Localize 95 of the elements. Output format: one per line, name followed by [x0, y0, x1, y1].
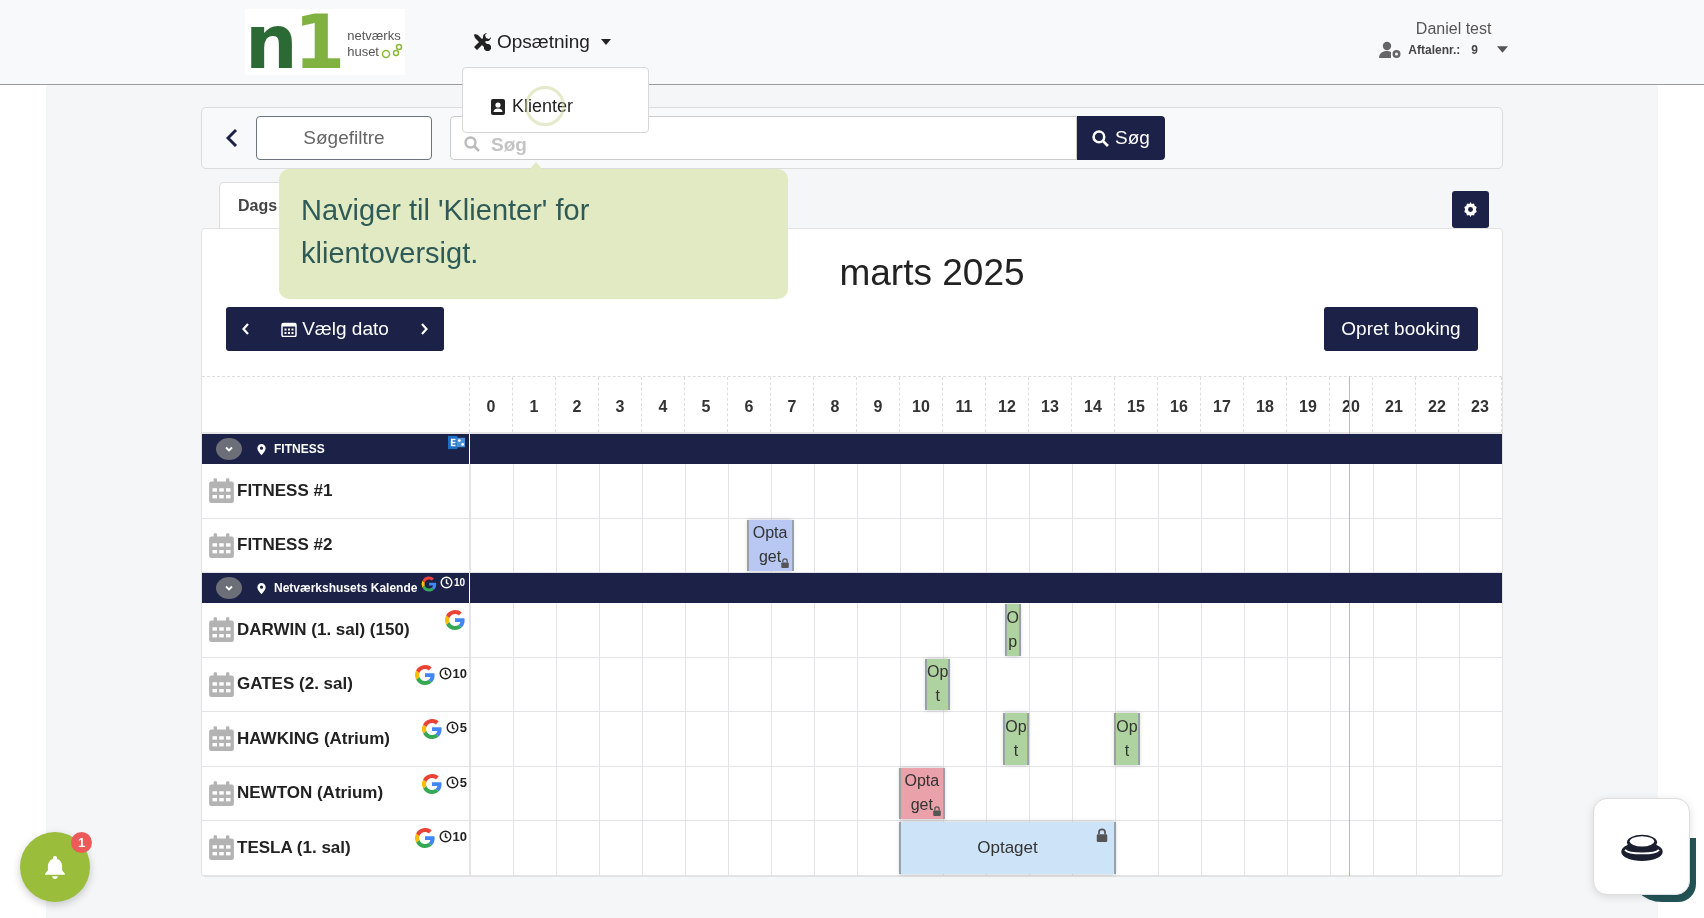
tools-icon [472, 32, 492, 52]
calendar-icon [208, 531, 235, 559]
hour-label: 11 [943, 377, 986, 432]
calendar-icon [281, 321, 298, 337]
calendar-icon [208, 616, 235, 644]
logo-text: netværks [347, 29, 402, 43]
location-pin-icon [256, 442, 267, 456]
resource-name: DARWIN (1. sal) (150) [237, 619, 410, 640]
menu-item[interactable]: Klienter [491, 96, 574, 117]
date-navigator[interactable]: Vælg dato [226, 307, 444, 351]
resource-name: TESLA (1. sal) [237, 837, 351, 858]
hour-label: 9 [857, 377, 900, 432]
hour-label: 17 [1201, 377, 1244, 432]
clock-icon [445, 775, 459, 789]
account-label: Aftalenr.: [1408, 42, 1461, 57]
hour-label: 6 [728, 377, 771, 432]
booking-block[interactable]: Opt [925, 658, 950, 710]
clock-icon [445, 721, 459, 734]
hour-label: 4 [642, 377, 685, 432]
collapse-toggle[interactable] [216, 438, 242, 460]
filters-button[interactable]: Søgefiltre [256, 116, 432, 160]
resource-name: HAWKING (Atrium) [237, 728, 390, 749]
settings-button[interactable] [1452, 191, 1489, 228]
calendar-icon [208, 834, 235, 862]
chevron-down-icon [224, 583, 234, 593]
group-name: FITNESS [274, 442, 325, 456]
settings-icon [1463, 202, 1478, 217]
booking-block[interactable]: Opt [1004, 713, 1028, 765]
bell-icon [44, 855, 66, 879]
resource-name: FITNESS #1 [237, 480, 333, 501]
chevron-left-icon[interactable] [242, 323, 250, 335]
google-icon [419, 575, 438, 593]
hour-label: 8 [814, 377, 857, 432]
clock-icon [438, 666, 452, 680]
buffer-minutes: 10 [452, 829, 467, 844]
back-icon[interactable] [226, 128, 238, 148]
search-icon [1092, 129, 1110, 147]
google-icon [412, 826, 437, 850]
logo-text: huset [347, 45, 379, 59]
chat-widget-button[interactable] [1593, 798, 1690, 895]
hour-label: 10 [900, 377, 943, 432]
hour-label: 18 [1244, 377, 1287, 432]
account-number: 9 [1471, 42, 1478, 57]
buffer-minutes: 5 [459, 774, 467, 790]
google-icon [443, 608, 467, 632]
google-icon [412, 662, 437, 687]
booking-block[interactable]: Optaget [747, 519, 793, 571]
calendar-icon [208, 670, 235, 698]
location-pin-icon [256, 581, 267, 595]
calendar-icon [208, 725, 235, 753]
hour-label: 14 [1072, 377, 1115, 432]
hour-label: 15 [1115, 377, 1158, 432]
hour-label: 13 [1029, 377, 1072, 432]
buffer-minutes: 10 [453, 577, 465, 588]
hour-label: 19 [1287, 377, 1330, 432]
search-icon [464, 136, 480, 152]
booking-block[interactable]: Optaget [900, 822, 1115, 874]
hour-label: 21 [1373, 377, 1416, 432]
clock-icon [438, 830, 452, 843]
chevron-right-icon[interactable] [420, 323, 428, 335]
resource-name: GATES (2. sal) [237, 674, 353, 695]
buffer-minutes: 5 [459, 720, 467, 735]
exchange-icon [448, 434, 465, 451]
contact-card-icon [491, 98, 505, 115]
collapse-toggle[interactable] [216, 577, 242, 599]
hour-label: 2 [556, 377, 599, 432]
calendar-icon [208, 779, 235, 807]
hour-label: 22 [1416, 377, 1459, 432]
hour-label: 16 [1158, 377, 1201, 432]
date-picker-button[interactable]: Vælg dato [275, 317, 395, 341]
resource-name: FITNESS #2 [237, 535, 333, 556]
booking-block[interactable]: Optaget [900, 767, 944, 819]
create-booking-button[interactable]: Opret booking [1324, 307, 1478, 351]
menu-button[interactable]: Opsætning [470, 25, 613, 59]
group-name: Netværkshusets Kalende [274, 581, 418, 595]
booking-block[interactable]: Opt [1115, 713, 1139, 765]
hour-label: 7 [771, 377, 814, 432]
hour-label: 0 [470, 377, 513, 432]
hour-label: 23 [1459, 377, 1502, 432]
calendar-icon [208, 477, 235, 505]
user-name: Daniel test [1415, 19, 1492, 38]
hour-label: 1 [513, 377, 556, 432]
circles-icon [381, 43, 403, 59]
caret-icon[interactable] [1497, 46, 1508, 53]
caret-icon [600, 39, 611, 45]
clock-icon [439, 576, 453, 589]
hour-label: 3 [599, 377, 642, 432]
buffer-minutes: 10 [452, 665, 467, 681]
search-button[interactable]: Søg [1077, 116, 1165, 160]
google-icon [419, 717, 444, 741]
resource-name: NEWTON (Atrium) [237, 783, 384, 804]
hour-label: 12 [986, 377, 1029, 432]
hour-label: 5 [685, 377, 728, 432]
google-icon [419, 771, 444, 796]
chevron-down-icon [224, 444, 234, 454]
